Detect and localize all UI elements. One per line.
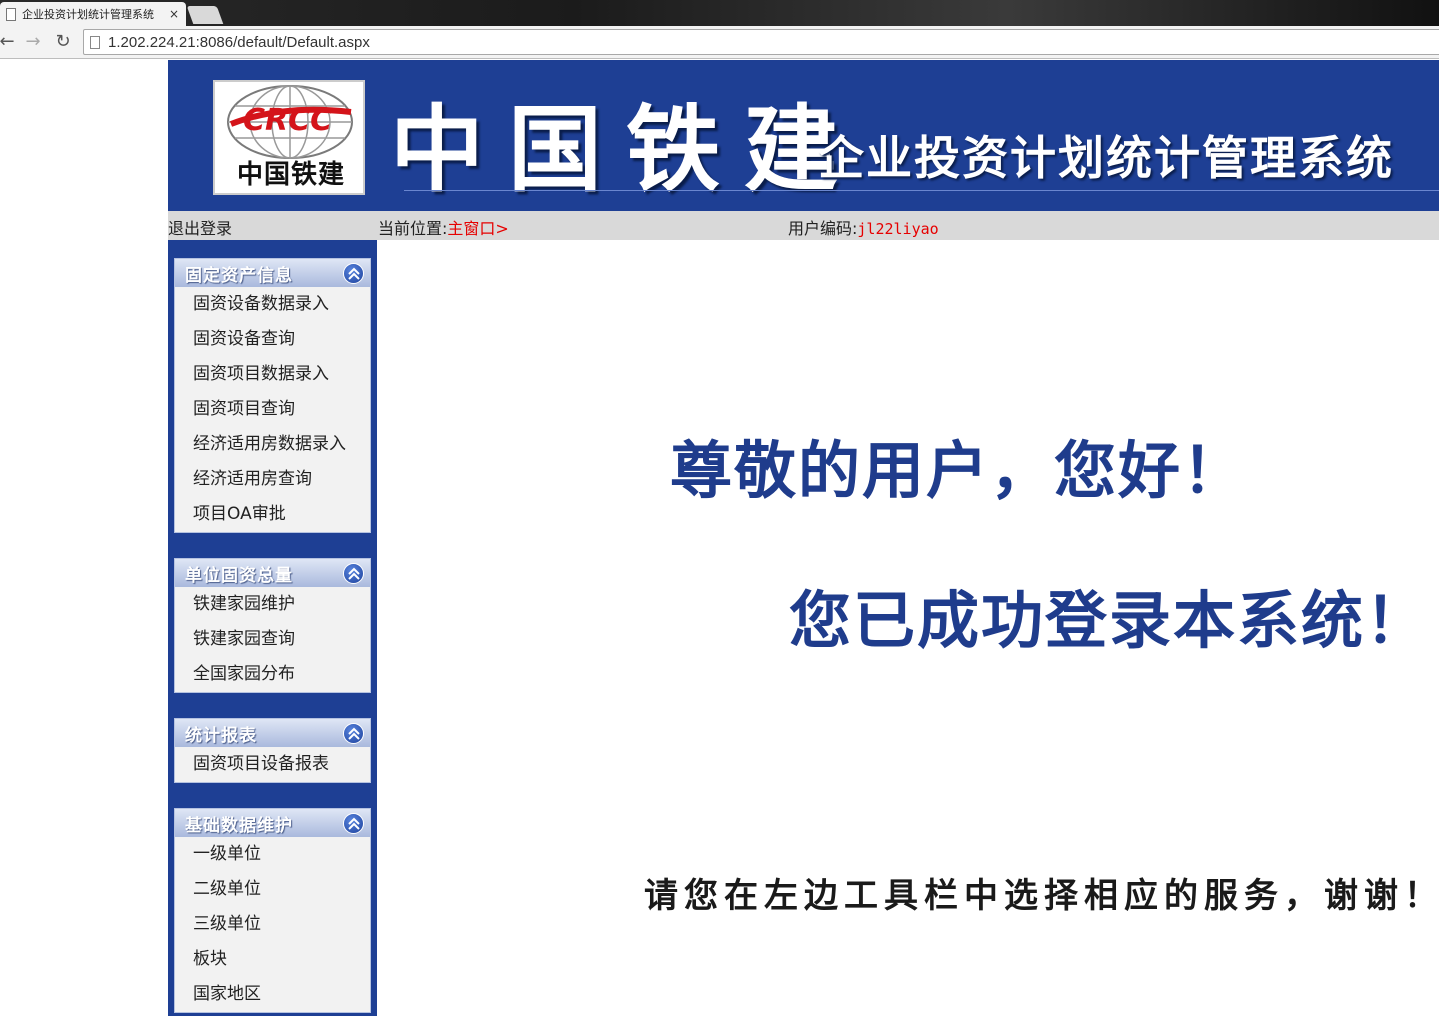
panel-title: 基础数据维护 <box>185 816 293 836</box>
sidebar-item-project-entry[interactable]: 固资项目数据录入 <box>175 357 370 392</box>
globe-logo-icon: CRCC <box>227 85 353 159</box>
page-icon <box>6 7 16 21</box>
browser-tab[interactable]: 企业投资计划统计管理系统 × <box>0 2 186 26</box>
greeting-text: 尊敬的用户，您好！ <box>670 434 1247 507</box>
back-arrow-icon[interactable]: ← <box>0 31 18 53</box>
panel-title: 单位固资总量 <box>185 566 293 586</box>
sidebar-item-home-query[interactable]: 铁建家园查询 <box>175 622 370 657</box>
logout-link[interactable]: 退出登录 <box>168 215 232 239</box>
page-icon <box>90 35 100 49</box>
header-banner: CRCC 中国铁建 中国铁建 企业投资计划统计管理系统 <box>168 60 1439 211</box>
sidebar-item-equipment-entry[interactable]: 固资设备数据录入 <box>175 287 370 322</box>
sidebar-item-level1-unit[interactable]: 一级单位 <box>175 837 370 872</box>
browser-toolbar: ← → ↻ 1.202.224.21:8086/default/Default.… <box>0 26 1439 59</box>
collapse-icon[interactable] <box>343 563 364 584</box>
sidebar: 固定资产信息 固资设备数据录入 固资设备查询 固资项目数据录入 固资项目查询 经… <box>168 240 377 1016</box>
panel-header[interactable]: 统计报表 <box>175 719 370 747</box>
panel-header[interactable]: 单位固资总量 <box>175 559 370 587</box>
tab-title: 企业投资计划统计管理系统 <box>22 8 154 21</box>
new-tab-button[interactable] <box>186 6 224 24</box>
panel-header[interactable]: 固定资产信息 <box>175 259 370 287</box>
collapse-icon[interactable] <box>343 723 364 744</box>
sidebar-item-home-distribution[interactable]: 全国家园分布 <box>175 657 370 692</box>
sidebar-item-level2-unit[interactable]: 二级单位 <box>175 872 370 907</box>
panel-title: 统计报表 <box>185 726 257 746</box>
system-name: 企业投资计划统计管理系统 <box>818 131 1394 185</box>
sidebar-item-equipment-report[interactable]: 固资项目设备报表 <box>175 747 370 782</box>
sidebar-item-oa-approval[interactable]: 项目OA审批 <box>175 497 370 532</box>
collapse-icon[interactable] <box>343 813 364 834</box>
address-bar[interactable]: 1.202.224.21:8086/default/Default.aspx <box>83 29 1439 55</box>
reload-icon[interactable]: ↻ <box>52 31 74 53</box>
forward-arrow-icon[interactable]: → <box>22 31 44 53</box>
panel-unit-assets: 单位固资总量 铁建家园维护 铁建家园查询 全国家园分布 <box>174 558 371 693</box>
sidebar-item-housing-entry[interactable]: 经济适用房数据录入 <box>175 427 370 462</box>
panel-header[interactable]: 基础数据维护 <box>175 809 370 837</box>
logo-mark: CRCC <box>243 103 332 138</box>
sidebar-item-country-region[interactable]: 国家地区 <box>175 977 370 1012</box>
location-value[interactable]: 主窗口> <box>447 219 508 238</box>
panel-fixed-assets: 固定资产信息 固资设备数据录入 固资设备查询 固资项目数据录入 固资项目查询 经… <box>174 258 371 533</box>
location-label: 当前位置: <box>378 219 448 238</box>
breadcrumb: 当前位置:主窗口> <box>378 215 509 239</box>
browser-tab-bar: 企业投资计划统计管理系统 × <box>0 0 1439 26</box>
login-success-text: 您已成功登录本系统！ <box>789 584 1430 657</box>
user-label: 用户编码: <box>788 219 858 238</box>
panel-base-data: 基础数据维护 一级单位 二级单位 三级单位 板块 国家地区 <box>174 808 371 1013</box>
panel-title: 固定资产信息 <box>185 266 293 286</box>
url-text: 1.202.224.21:8086/default/Default.aspx <box>108 33 370 51</box>
panel-reports: 统计报表 固资项目设备报表 <box>174 718 371 783</box>
user-code: jl22liyao <box>857 220 939 238</box>
logo-text: 中国铁建 <box>236 160 345 190</box>
sidebar-item-sector[interactable]: 板块 <box>175 942 370 977</box>
sidebar-item-home-maintain[interactable]: 铁建家园维护 <box>175 587 370 622</box>
main-content: 尊敬的用户，您好！ 您已成功登录本系统！ 请您在左边工具栏中选择相应的服务，谢谢… <box>377 240 1439 1016</box>
banner-divider <box>404 190 1439 191</box>
crcc-logo: CRCC 中国铁建 <box>213 80 365 195</box>
sidebar-item-level3-unit[interactable]: 三级单位 <box>175 907 370 942</box>
tab-close-icon[interactable]: × <box>168 7 180 21</box>
collapse-icon[interactable] <box>343 263 364 284</box>
sidebar-item-project-query[interactable]: 固资项目查询 <box>175 392 370 427</box>
sidebar-item-housing-query[interactable]: 经济适用房查询 <box>175 462 370 497</box>
hint-text: 请您在左边工具栏中选择相应的服务，谢谢！ <box>644 876 1439 916</box>
info-bar: 退出登录 当前位置:主窗口> 用户编码:jl22liyao <box>168 211 1439 240</box>
sidebar-item-equipment-query[interactable]: 固资设备查询 <box>175 322 370 357</box>
user-info: 用户编码:jl22liyao <box>788 215 939 239</box>
